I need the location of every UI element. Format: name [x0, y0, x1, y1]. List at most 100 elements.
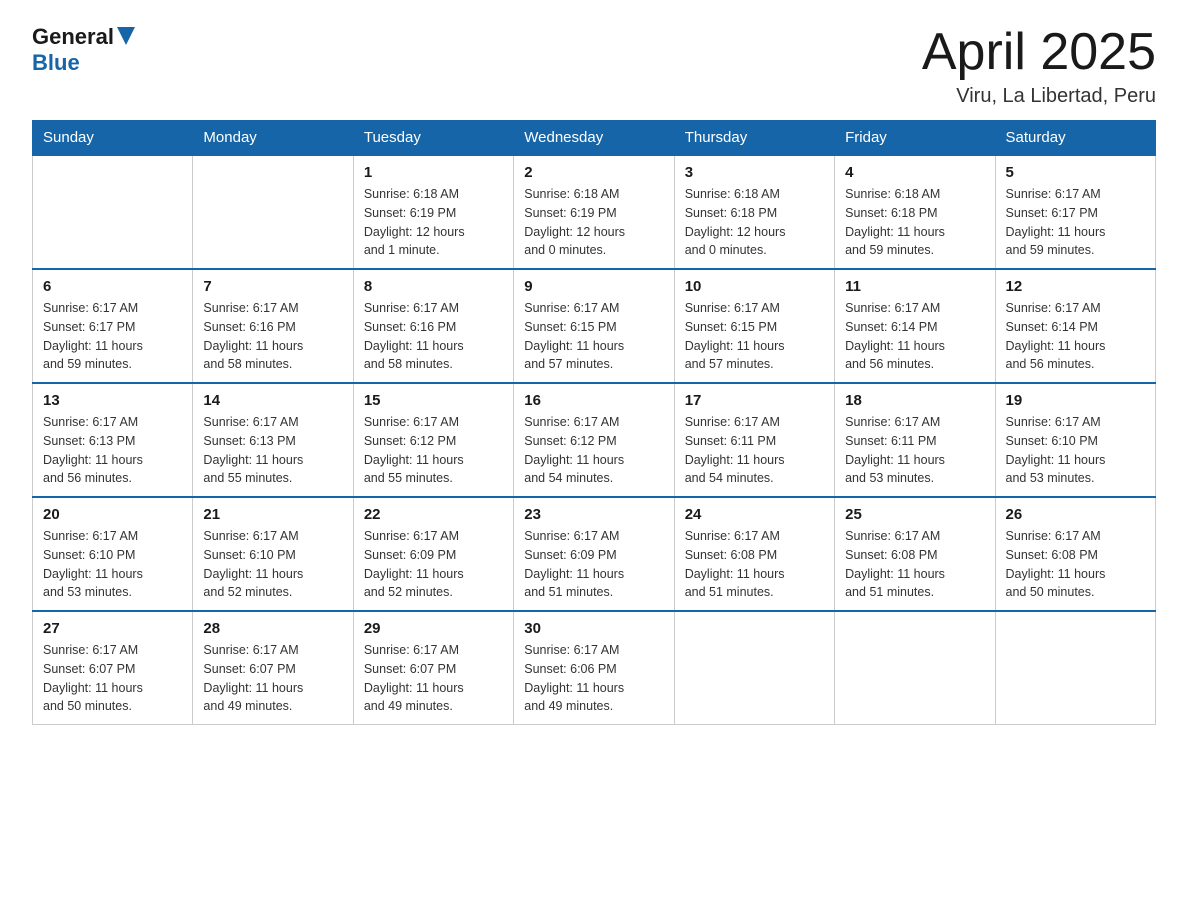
day-info: Sunrise: 6:17 AMSunset: 6:15 PMDaylight:…: [524, 299, 663, 374]
day-info: Sunrise: 6:17 AMSunset: 6:16 PMDaylight:…: [203, 299, 342, 374]
day-info: Sunrise: 6:17 AMSunset: 6:15 PMDaylight:…: [685, 299, 824, 374]
day-info: Sunrise: 6:17 AMSunset: 6:09 PMDaylight:…: [364, 527, 503, 602]
day-info: Sunrise: 6:17 AMSunset: 6:16 PMDaylight:…: [364, 299, 503, 374]
day-number: 26: [1006, 506, 1145, 523]
day-number: 14: [203, 392, 342, 409]
calendar-week-row: 6Sunrise: 6:17 AMSunset: 6:17 PMDaylight…: [33, 269, 1156, 383]
calendar-cell: 9 Sunrise: 6:17 AMSunset: 6:15 PMDaylight…: [514, 269, 674, 383]
day-number: 29: [364, 620, 503, 637]
calendar-cell: 4 Sunrise: 6:18 AMSunset: 6:18 PMDaylight…: [835, 155, 995, 269]
calendar-cell: 10 Sunrise: 6:17 AMSunset: 6:15 PMDayligh…: [674, 269, 834, 383]
logo-general-text: General: [32, 24, 114, 50]
calendar-table: SundayMondayTuesdayWednesdayThursdayFrid…: [32, 120, 1156, 725]
calendar-cell: 22 Sunrise: 6:17 AMSunset: 6:09 PMDayligh…: [353, 497, 513, 611]
calendar-cell: 25Sunrise: 6:17 AMSunset: 6:08 PMDayligh…: [835, 497, 995, 611]
day-info: Sunrise: 6:18 AMSunset: 6:19 PMDaylight:…: [524, 185, 663, 260]
day-number: 10: [685, 278, 824, 295]
day-number: 22: [364, 506, 503, 523]
calendar-cell: [193, 155, 353, 269]
calendar-cell: 12Sunrise: 6:17 AMSunset: 6:14 PMDayligh…: [995, 269, 1155, 383]
calendar-cell: 18 Sunrise: 6:17 AMSunset: 6:11 PMDayligh…: [835, 383, 995, 497]
day-info: Sunrise: 6:17 AMSunset: 6:13 PMDaylight:…: [43, 413, 182, 488]
day-number: 18: [845, 392, 984, 409]
calendar-cell: 2 Sunrise: 6:18 AMSunset: 6:19 PMDaylight…: [514, 155, 674, 269]
day-info: Sunrise: 6:18 AMSunset: 6:18 PMDaylight:…: [845, 185, 984, 260]
day-info: Sunrise: 6:17 AMSunset: 6:11 PMDaylight:…: [845, 413, 984, 488]
page-header: General Blue April 2025 Viru, La Liberta…: [0, 0, 1188, 120]
day-info: Sunrise: 6:17 AMSunset: 6:17 PMDaylight:…: [43, 299, 182, 374]
calendar-cell: 23Sunrise: 6:17 AMSunset: 6:09 PMDayligh…: [514, 497, 674, 611]
day-info: Sunrise: 6:17 AMSunset: 6:08 PMDaylight:…: [685, 527, 824, 602]
day-info: Sunrise: 6:17 AMSunset: 6:07 PMDaylight:…: [203, 641, 342, 716]
day-number: 2: [524, 164, 663, 181]
calendar-cell: 15Sunrise: 6:17 AMSunset: 6:12 PMDayligh…: [353, 383, 513, 497]
day-info: Sunrise: 6:17 AMSunset: 6:07 PMDaylight:…: [364, 641, 503, 716]
day-info: Sunrise: 6:17 AMSunset: 6:12 PMDaylight:…: [364, 413, 503, 488]
logo-triangle-icon: [117, 27, 135, 45]
logo: General Blue: [32, 24, 135, 76]
weekday-header: Friday: [835, 121, 995, 156]
day-number: 20: [43, 506, 182, 523]
calendar-cell: 17Sunrise: 6:17 AMSunset: 6:11 PMDayligh…: [674, 383, 834, 497]
day-number: 8: [364, 278, 503, 295]
day-info: Sunrise: 6:17 AMSunset: 6:17 PMDaylight:…: [1006, 185, 1145, 260]
calendar-cell: 11Sunrise: 6:17 AMSunset: 6:14 PMDayligh…: [835, 269, 995, 383]
day-info: Sunrise: 6:17 AMSunset: 6:10 PMDaylight:…: [203, 527, 342, 602]
day-info: Sunrise: 6:17 AMSunset: 6:06 PMDaylight:…: [524, 641, 663, 716]
calendar-cell: 20 Sunrise: 6:17 AMSunset: 6:10 PMDayligh…: [33, 497, 193, 611]
calendar-cell: [995, 611, 1155, 725]
calendar-cell: 13 Sunrise: 6:17 AMSunset: 6:13 PMDayligh…: [33, 383, 193, 497]
day-number: 5: [1006, 164, 1145, 181]
day-info: Sunrise: 6:17 AMSunset: 6:12 PMDaylight:…: [524, 413, 663, 488]
day-number: 9: [524, 278, 663, 295]
day-number: 24: [685, 506, 824, 523]
day-info: Sunrise: 6:17 AMSunset: 6:11 PMDaylight:…: [685, 413, 824, 488]
day-number: 21: [203, 506, 342, 523]
calendar-cell: 14 Sunrise: 6:17 AMSunset: 6:13 PMDayligh…: [193, 383, 353, 497]
calendar-cell: 19Sunrise: 6:17 AMSunset: 6:10 PMDayligh…: [995, 383, 1155, 497]
calendar-cell: 26Sunrise: 6:17 AMSunset: 6:08 PMDayligh…: [995, 497, 1155, 611]
calendar-cell: [33, 155, 193, 269]
day-info: Sunrise: 6:17 AMSunset: 6:09 PMDaylight:…: [524, 527, 663, 602]
weekday-header: Saturday: [995, 121, 1155, 156]
calendar-cell: 21 Sunrise: 6:17 AMSunset: 6:10 PMDayligh…: [193, 497, 353, 611]
calendar-cell: 5 Sunrise: 6:17 AMSunset: 6:17 PMDaylight…: [995, 155, 1155, 269]
day-number: 16: [524, 392, 663, 409]
day-number: 1: [364, 164, 503, 181]
weekday-header: Thursday: [674, 121, 834, 156]
day-number: 4: [845, 164, 984, 181]
day-info: Sunrise: 6:17 AMSunset: 6:13 PMDaylight:…: [203, 413, 342, 488]
day-number: 28: [203, 620, 342, 637]
calendar-header-row: SundayMondayTuesdayWednesdayThursdayFrid…: [33, 121, 1156, 156]
day-info: Sunrise: 6:18 AMSunset: 6:19 PMDaylight:…: [364, 185, 503, 260]
calendar-cell: [835, 611, 995, 725]
day-info: Sunrise: 6:17 AMSunset: 6:10 PMDaylight:…: [43, 527, 182, 602]
page-subtitle: Viru, La Libertad, Peru: [922, 85, 1156, 108]
day-info: Sunrise: 6:17 AMSunset: 6:14 PMDaylight:…: [1006, 299, 1145, 374]
calendar-week-row: 13 Sunrise: 6:17 AMSunset: 6:13 PMDayligh…: [33, 383, 1156, 497]
weekday-header: Monday: [193, 121, 353, 156]
calendar-week-row: 20 Sunrise: 6:17 AMSunset: 6:10 PMDayligh…: [33, 497, 1156, 611]
calendar-cell: 8 Sunrise: 6:17 AMSunset: 6:16 PMDaylight…: [353, 269, 513, 383]
calendar-cell: 1 Sunrise: 6:18 AMSunset: 6:19 PMDaylight…: [353, 155, 513, 269]
calendar-cell: 7Sunrise: 6:17 AMSunset: 6:16 PMDaylight…: [193, 269, 353, 383]
calendar-week-row: 27 Sunrise: 6:17 AMSunset: 6:07 PMDayligh…: [33, 611, 1156, 725]
day-number: 27: [43, 620, 182, 637]
day-number: 13: [43, 392, 182, 409]
title-block: April 2025 Viru, La Libertad, Peru: [922, 24, 1156, 108]
day-info: Sunrise: 6:18 AMSunset: 6:18 PMDaylight:…: [685, 185, 824, 260]
calendar-cell: 27 Sunrise: 6:17 AMSunset: 6:07 PMDayligh…: [33, 611, 193, 725]
calendar-cell: 6Sunrise: 6:17 AMSunset: 6:17 PMDaylight…: [33, 269, 193, 383]
day-info: Sunrise: 6:17 AMSunset: 6:07 PMDaylight:…: [43, 641, 182, 716]
weekday-header: Tuesday: [353, 121, 513, 156]
day-number: 11: [845, 278, 984, 295]
day-number: 25: [845, 506, 984, 523]
calendar-cell: [674, 611, 834, 725]
day-number: 3: [685, 164, 824, 181]
calendar-cell: 24 Sunrise: 6:17 AMSunset: 6:08 PMDayligh…: [674, 497, 834, 611]
calendar-week-row: 1 Sunrise: 6:18 AMSunset: 6:19 PMDaylight…: [33, 155, 1156, 269]
day-number: 30: [524, 620, 663, 637]
weekday-header: Wednesday: [514, 121, 674, 156]
calendar-cell: 30 Sunrise: 6:17 AMSunset: 6:06 PMDayligh…: [514, 611, 674, 725]
day-number: 19: [1006, 392, 1145, 409]
